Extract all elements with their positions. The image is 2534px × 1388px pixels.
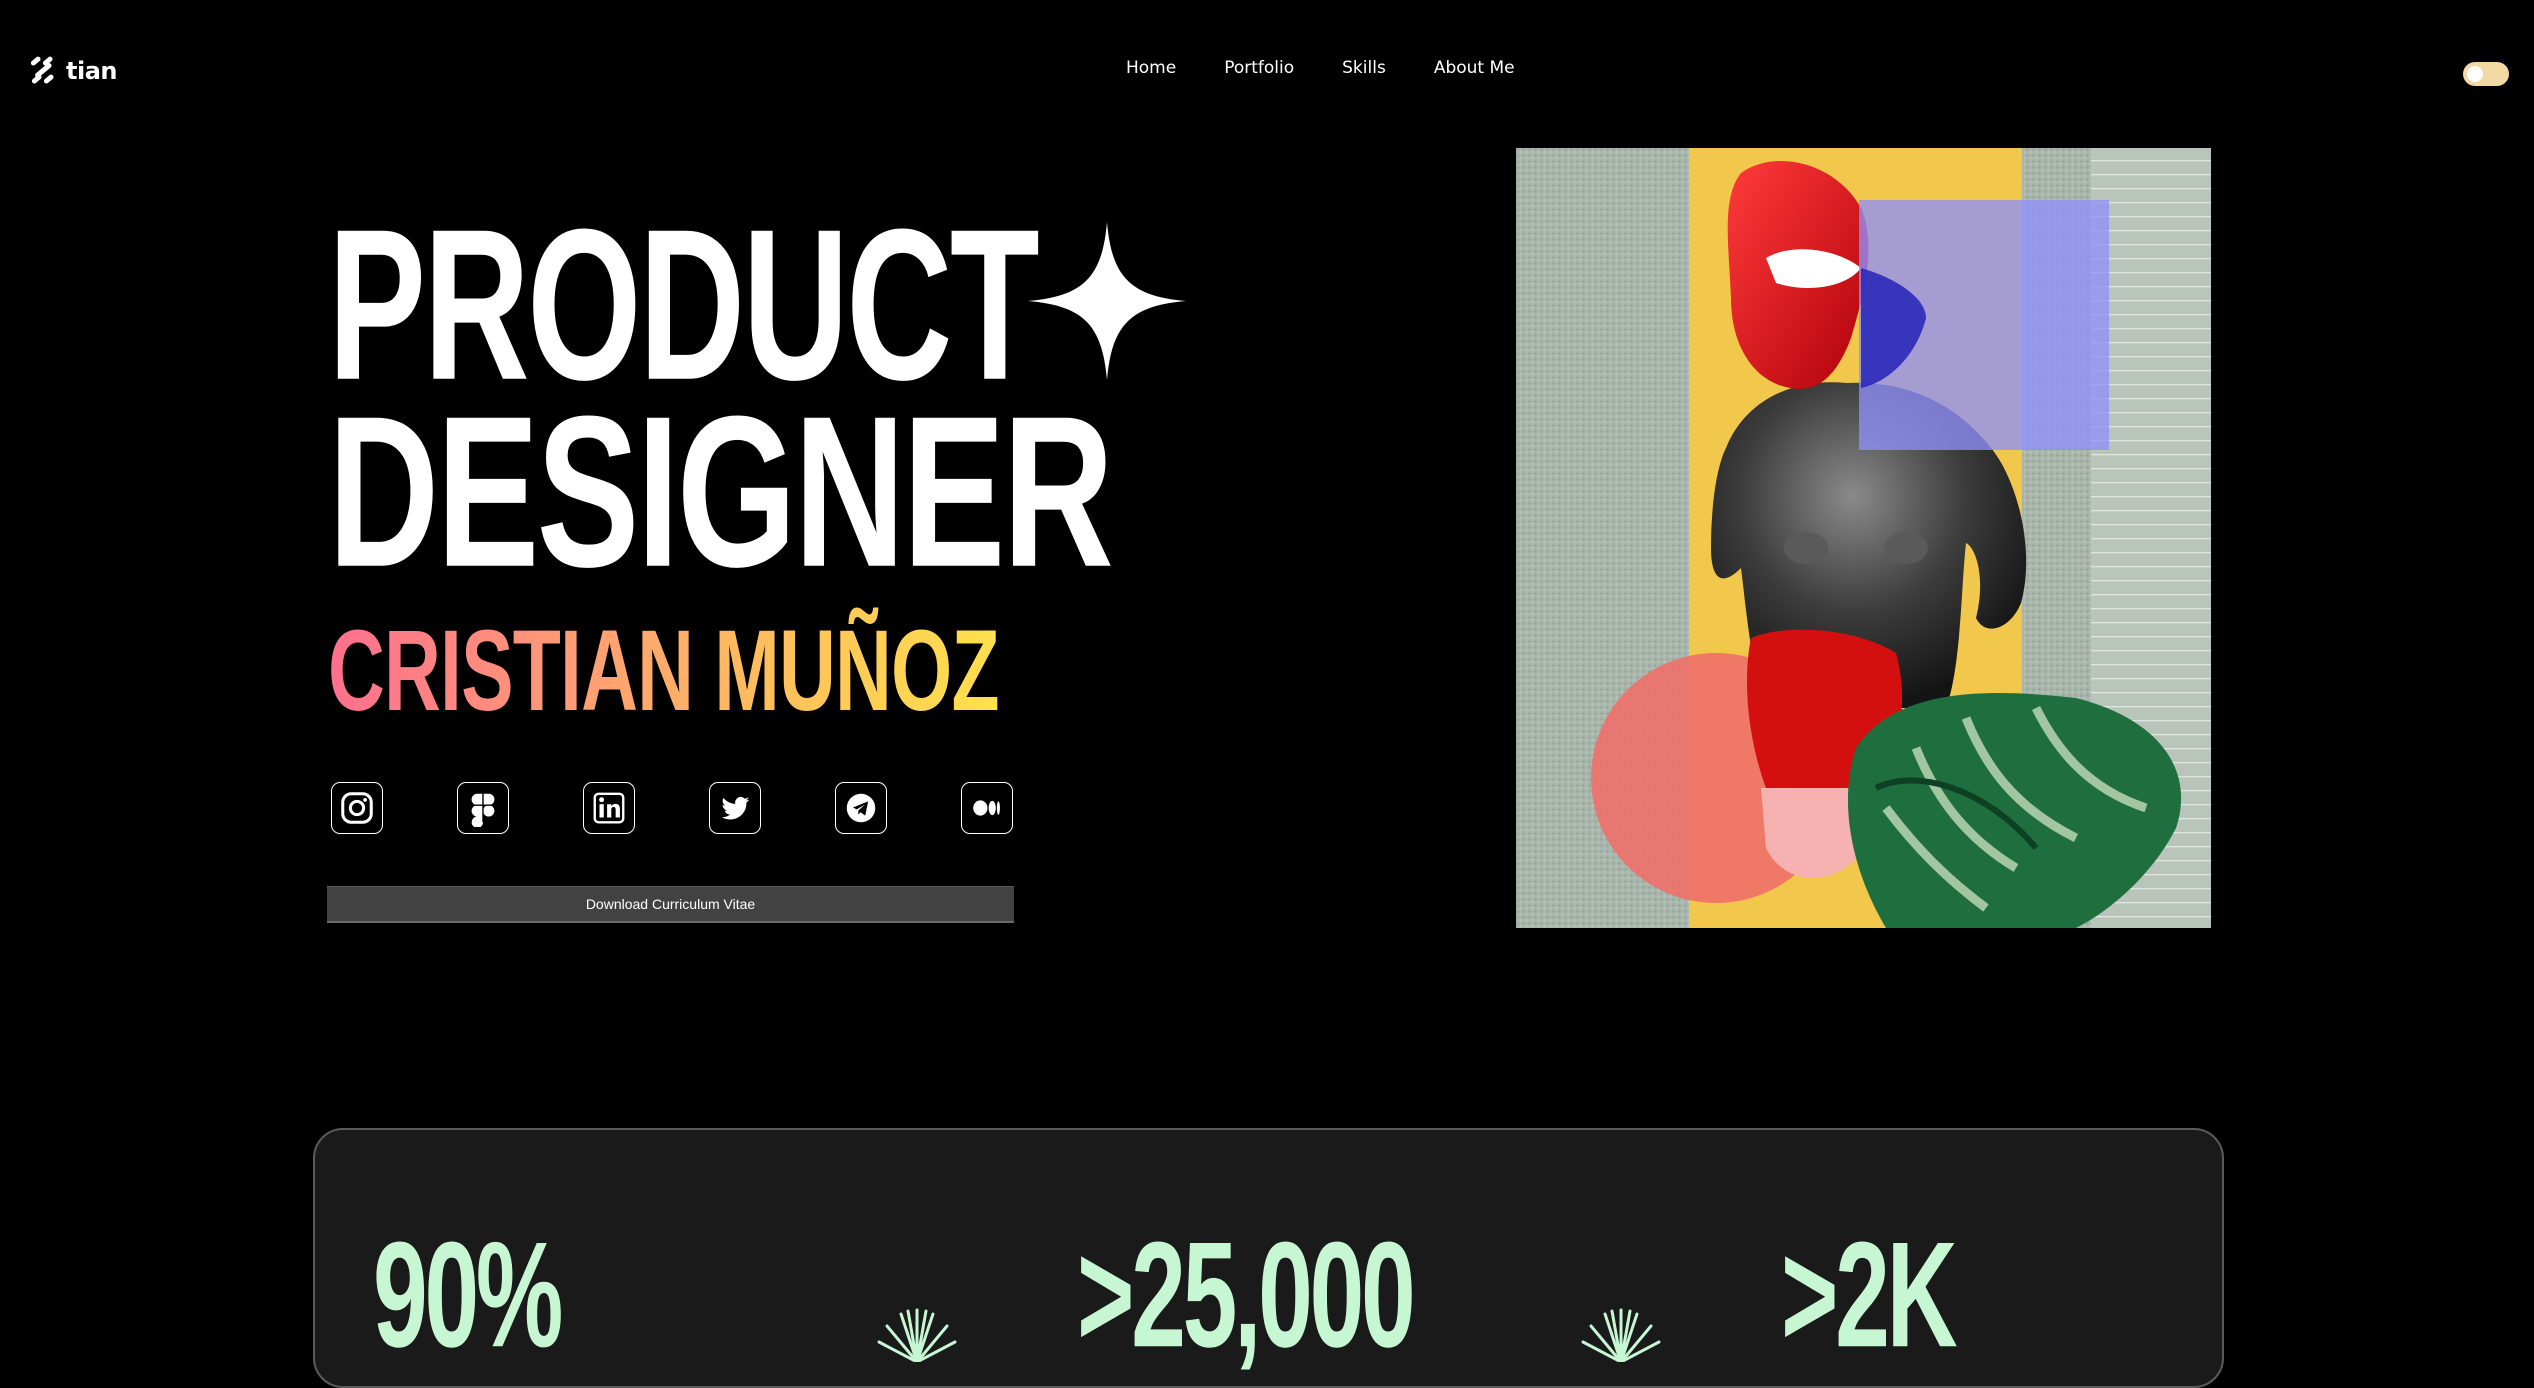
theme-toggle[interactable] bbox=[2463, 62, 2509, 86]
instagram-link[interactable] bbox=[331, 782, 383, 834]
nav-about-me[interactable]: About Me bbox=[1434, 58, 1515, 78]
logo[interactable]: tian bbox=[28, 56, 117, 86]
figma-link[interactable] bbox=[457, 782, 509, 834]
linkedin-icon bbox=[593, 792, 625, 824]
hero-collage-image bbox=[1516, 148, 2211, 928]
twitter-icon bbox=[721, 796, 750, 820]
medium-link[interactable] bbox=[961, 782, 1013, 834]
collage-artwork bbox=[1516, 148, 2211, 928]
nav-home[interactable]: Home bbox=[1126, 58, 1176, 78]
instagram-icon bbox=[341, 792, 373, 824]
main-nav: Home Portfolio Skills About Me bbox=[1126, 58, 1515, 78]
toggle-knob bbox=[2467, 66, 2483, 82]
figma-icon bbox=[471, 793, 495, 827]
burst-icon bbox=[877, 1308, 957, 1362]
telegram-link[interactable] bbox=[835, 782, 887, 834]
logo-text: tian bbox=[66, 57, 117, 85]
telegram-icon bbox=[846, 793, 876, 823]
stat-value-3: >2K bbox=[1781, 1211, 1958, 1379]
nav-portfolio[interactable]: Portfolio bbox=[1224, 58, 1294, 78]
headline-designer: DESIGNER bbox=[328, 372, 1114, 613]
download-cv-button[interactable]: Download Curriculum Vitae bbox=[327, 886, 1014, 923]
stats-card: 90% >25,000 >2K bbox=[313, 1128, 2224, 1388]
nav-skills[interactable]: Skills bbox=[1342, 58, 1386, 78]
designer-name-text: CRISTIAN MUÑOZ bbox=[328, 606, 1000, 736]
stat-value-2: >25,000 bbox=[1077, 1211, 1416, 1379]
linkedin-link[interactable] bbox=[583, 782, 635, 834]
social-links bbox=[331, 782, 1013, 834]
logo-mark-icon bbox=[30, 56, 54, 84]
medium-icon bbox=[973, 800, 1000, 816]
designer-name: CRISTIAN MUÑOZ bbox=[328, 613, 1000, 729]
stat-value-1: 90% bbox=[373, 1211, 563, 1379]
sparkle-icon bbox=[1028, 222, 1186, 380]
burst-icon bbox=[1581, 1308, 1661, 1362]
twitter-link[interactable] bbox=[709, 782, 761, 834]
